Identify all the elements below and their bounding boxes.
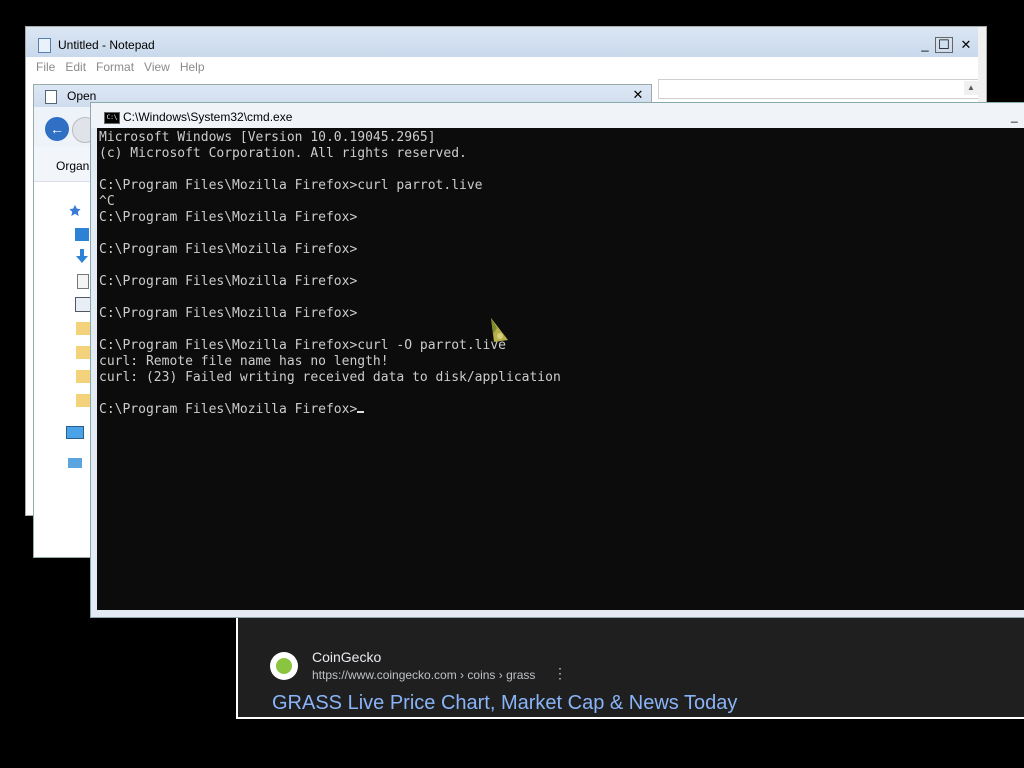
console-line: C:\Program Files\Mozilla Firefox>: [99, 306, 358, 321]
notepad-title: Untitled - Notepad: [58, 38, 155, 52]
menu-help[interactable]: Help: [180, 60, 205, 74]
more-options-icon[interactable]: ⋮: [553, 666, 567, 680]
result-site-url[interactable]: https://www.coingecko.com › coins › gras…: [312, 668, 535, 682]
cmd-icon: C:\: [104, 112, 120, 124]
folder-icon[interactable]: [76, 346, 90, 359]
organize-button[interactable]: Organ: [56, 159, 89, 173]
folder-icon[interactable]: [76, 394, 90, 407]
console-prompt-line: C:\Program Files\Mozilla Firefox>: [99, 402, 1024, 418]
folder-icon[interactable]: [76, 322, 90, 335]
dialog-nav-pane: [34, 182, 94, 557]
maximize-button[interactable]: ☐: [935, 37, 953, 53]
menu-file[interactable]: File: [36, 60, 55, 74]
downloads-icon[interactable]: [75, 249, 89, 265]
console-line: C:\Program Files\Mozilla Firefox>: [99, 242, 358, 257]
browser-search-window: CoinGecko https://www.coingecko.com › co…: [236, 616, 1024, 719]
notepad-scroll-area: ▲: [658, 79, 980, 99]
console-prompt: C:\Program Files\Mozilla Firefox>: [99, 402, 358, 417]
notepad-menubar: File Edit Format View Help: [26, 57, 986, 77]
desktop-icon[interactable]: [75, 228, 89, 241]
result-site-name[interactable]: CoinGecko: [312, 649, 381, 665]
this-pc-icon[interactable]: [66, 426, 84, 439]
network-icon[interactable]: [68, 458, 82, 468]
menu-edit[interactable]: Edit: [65, 60, 86, 74]
parrot-cursor-icon: [491, 318, 508, 342]
console-line: C:\Program Files\Mozilla Firefox>curl -O…: [99, 338, 506, 353]
console-line: curl: Remote file name has no length!: [99, 354, 389, 369]
console-text: Microsoft Windows [Version 10.0.19045.29…: [97, 128, 1024, 418]
console-line: (c) Microsoft Corporation. All rights re…: [99, 146, 467, 161]
menu-view[interactable]: View: [144, 60, 170, 74]
text-cursor: [357, 411, 365, 413]
pictures-icon[interactable]: [75, 297, 91, 312]
cmd-titlebar[interactable]: C:\ C:\Windows\System32\cmd.exe _: [91, 103, 1024, 128]
close-button[interactable]: ✕: [957, 37, 975, 53]
star-icon[interactable]: [68, 204, 82, 217]
minimize-button[interactable]: _: [1011, 110, 1024, 123]
open-dialog-title: Open: [67, 89, 97, 103]
documents-icon[interactable]: [77, 274, 89, 289]
coingecko-logo-icon[interactable]: [270, 652, 298, 680]
minimize-button[interactable]: _: [916, 37, 934, 53]
result-title-link[interactable]: GRASS Live Price Chart, Market Cap & New…: [272, 692, 737, 715]
console-line: ^C: [99, 194, 115, 209]
console-line: C:\Program Files\Mozilla Firefox>: [99, 210, 358, 225]
folder-icon[interactable]: [76, 370, 90, 383]
close-button[interactable]: ✕: [630, 87, 646, 103]
scroll-up-icon[interactable]: ▲: [964, 81, 978, 95]
console-output[interactable]: Microsoft Windows [Version 10.0.19045.29…: [97, 128, 1024, 610]
menu-format[interactable]: Format: [96, 60, 134, 74]
console-line: C:\Program Files\Mozilla Firefox>: [99, 274, 358, 289]
notepad-icon: [38, 38, 51, 53]
cmd-title: C:\Windows\System32\cmd.exe: [123, 110, 293, 124]
cmd-window: C:\ C:\Windows\System32\cmd.exe _ Micros…: [90, 102, 1024, 618]
console-line: Microsoft Windows [Version 10.0.19045.29…: [99, 130, 436, 145]
dialog-icon: [45, 90, 57, 104]
notepad-titlebar[interactable]: Untitled - Notepad _ ☐ ✕: [26, 27, 986, 57]
console-line: C:\Program Files\Mozilla Firefox>curl pa…: [99, 178, 483, 193]
console-line: curl: (23) Failed writing received data …: [99, 370, 561, 385]
back-arrow-icon[interactable]: ←: [45, 117, 69, 141]
